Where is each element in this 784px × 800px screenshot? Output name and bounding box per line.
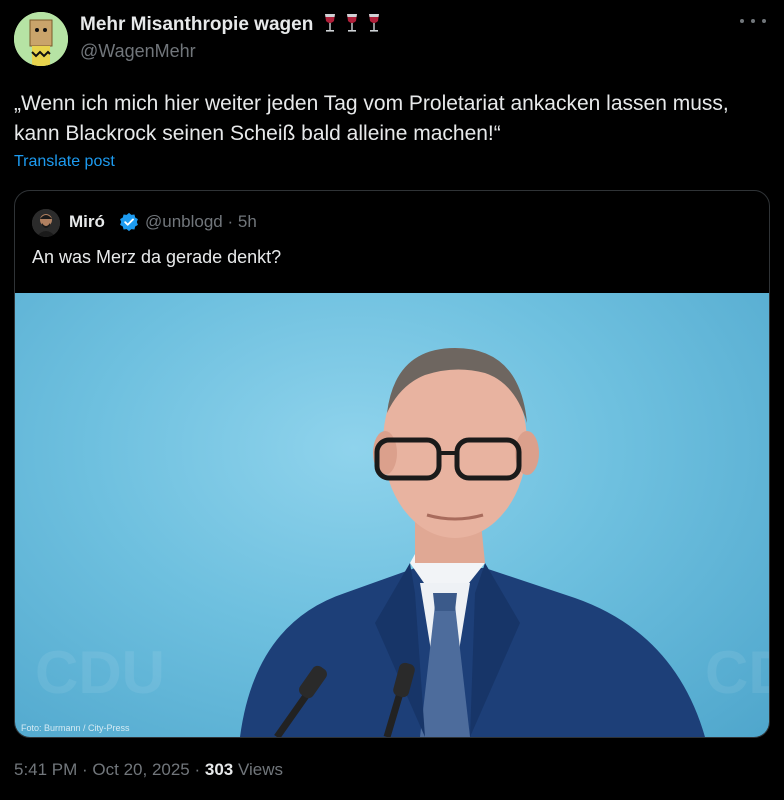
wine-glass-icon — [369, 14, 380, 32]
politician-photo: CDU CD — [35, 348, 769, 737]
translate-post-link[interactable]: Translate post — [14, 153, 115, 171]
views-label: Views — [233, 760, 284, 779]
quote-text: An was Merz da gerade denkt? — [32, 247, 282, 267]
quote-photo[interactable]: CDU CD — [15, 293, 769, 737]
quote-author-handle-time[interactable]: @unblogd · 5h — [145, 212, 257, 232]
quote-author-name[interactable]: Miró — [69, 212, 105, 232]
more-options-icon[interactable] — [740, 14, 766, 28]
wine-glass-icon — [324, 14, 335, 32]
author-handle[interactable]: @WagenMehr — [80, 41, 196, 62]
svg-text:CD: CD — [705, 639, 769, 706]
author-display-name[interactable]: Mehr Misanthropie wagen — [80, 13, 384, 39]
wine-glass-icon — [346, 14, 357, 32]
post-text: „Wenn ich mich hier weiter jeden Tag vom… — [14, 92, 729, 145]
quoted-post[interactable]: Miró @unblogd · 5h An was Merz da gerade… — [14, 190, 770, 738]
author-avatar[interactable] — [14, 12, 68, 66]
author-name-text: Mehr Misanthropie wagen — [80, 14, 314, 35]
svg-text:CDU: CDU — [35, 639, 165, 706]
photo-credit: Foto: Burmann / City-Press — [21, 723, 130, 733]
post-timestamp[interactable]: 5:41 PM · Oct 20, 2025 · — [14, 760, 205, 779]
quote-author-avatar[interactable] — [32, 209, 60, 237]
post-meta: 5:41 PM · Oct 20, 2025 · 303 Views — [14, 760, 283, 780]
wine-glass-icons — [323, 13, 385, 39]
post: Mehr Misanthropie wagen @WagenMehr „Wenn… — [0, 0, 784, 800]
views-count: 303 — [204, 760, 234, 779]
verified-badge-icon — [120, 212, 138, 232]
